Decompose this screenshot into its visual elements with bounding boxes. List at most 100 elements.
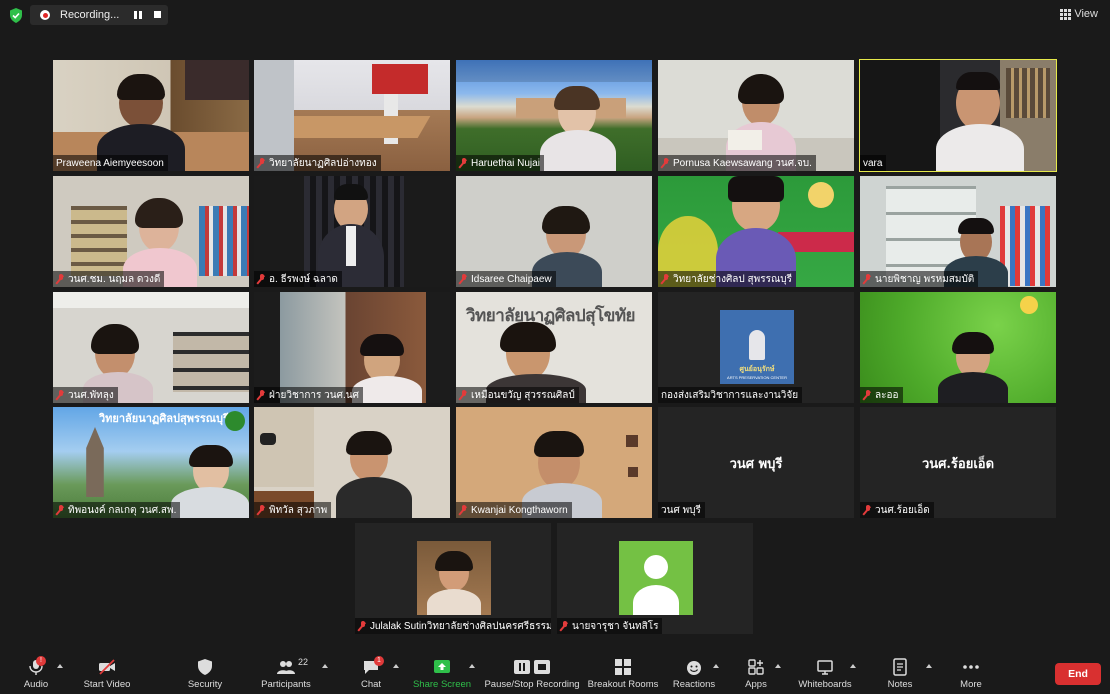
participant-name-tag: วิทยาลัยนาฏศิลปอ่างทอง <box>254 155 381 171</box>
mic-muted-icon <box>56 390 65 400</box>
participant-name-tag: นายพิชาญ พรหมสมบัติ <box>860 271 979 287</box>
participant-name-tag: ทิพอนงค์ กลเกตุ วนศ.สพ. <box>53 502 181 518</box>
video-tile[interactable]: วนศ.ชม. นฤมล ดวงดี <box>53 176 249 287</box>
video-tile[interactable]: Idsaree Chaipaew <box>456 176 652 287</box>
chat-label: Chat <box>360 679 382 690</box>
start-video-button[interactable]: Start Video <box>82 652 132 694</box>
video-tile[interactable]: Kwanjai Kongthaworn <box>456 407 652 518</box>
participant-name-tag: อ. ธีรพงษ์ ฉลาด <box>254 271 342 287</box>
pause-recording-icon[interactable] <box>134 11 142 19</box>
breakout-rooms-button[interactable]: Breakout Rooms <box>587 652 659 694</box>
mic-muted-icon <box>56 505 65 515</box>
pause-stop-recording-label: Pause/Stop Recording <box>484 679 580 690</box>
recording-dot-icon <box>40 10 50 20</box>
video-tile[interactable]: วิทยาลัยช่างศิลป สุพรรณบุรี <box>658 176 854 287</box>
notes-button[interactable]: Notes <box>884 652 916 694</box>
participant-name-tag: Pornusa Kaewsawang วนศ.จบ. <box>658 155 816 171</box>
participants-options-caret-icon[interactable] <box>322 664 328 668</box>
reactions-options-caret-icon[interactable] <box>713 664 719 668</box>
video-tile-camera-off[interactable]: วนศ.ร้อยเอ็ด วนศ.ร้อยเอ็ด <box>860 407 1056 518</box>
participant-name-tag: Haruethai Nujai <box>456 155 544 171</box>
share-options-caret-icon[interactable] <box>469 664 475 668</box>
pause-stop-recording-button[interactable]: Pause/Stop Recording <box>484 652 580 694</box>
video-tile[interactable]: Praweena Aiemyeesoon <box>53 60 249 171</box>
share-screen-label: Share Screen <box>412 679 472 690</box>
college-banner-text: วิทยาลัยนาฏศิลปสุพรรณบุรี <box>99 412 229 425</box>
mic-muted-icon <box>56 274 65 284</box>
video-tile-active-speaker[interactable]: vara <box>859 59 1057 172</box>
apps-button[interactable]: Apps <box>742 652 770 694</box>
audio-options-caret-icon[interactable] <box>57 664 63 668</box>
share-screen-icon <box>434 660 450 673</box>
avatar <box>417 541 491 615</box>
meeting-top-bar: Recording... View <box>0 0 1110 30</box>
recording-indicator: Recording... <box>30 5 168 25</box>
video-tile[interactable]: ศูนย์อนุรักษ์ ARTS PRESERVATION CENTER ก… <box>658 292 854 403</box>
mic-muted-icon <box>358 621 367 631</box>
video-tile[interactable]: ฝ่ายวิชาการ วนศ.นศ <box>254 292 450 403</box>
video-tile[interactable]: วิทยาลัยนาฏศิลปสุพรรณบุรี ทิพอนงค์ กลเกต… <box>53 407 249 518</box>
mic-muted-icon <box>459 390 468 400</box>
video-tile[interactable]: พิทวัล สุวภาพ <box>254 407 450 518</box>
pause-stop-recording-icon <box>514 660 550 674</box>
video-tile-camera-off[interactable]: Julalak Sutinวิทยาลัยช่างศิลปนครศรีธรรมร… <box>355 523 551 634</box>
notes-label: Notes <box>887 679 913 690</box>
more-dots-icon <box>963 665 979 669</box>
participant-name-tag: วนศ.พัทลุง <box>53 387 118 403</box>
participant-name-tag: vara <box>860 155 887 171</box>
apps-label: Apps <box>745 679 767 690</box>
notes-icon <box>893 658 907 676</box>
video-tile[interactable]: วนศ.พัทลุง <box>53 292 249 403</box>
participant-name-tag: กองส่งเสริมวิชาการและงานวิจัย <box>658 387 803 403</box>
video-tile-camera-off[interactable]: นายจารุชา จันทสิโร <box>557 523 753 634</box>
chat-options-caret-icon[interactable] <box>393 664 399 668</box>
view-button[interactable]: View <box>1060 8 1098 20</box>
whiteboards-button[interactable]: Whiteboards <box>796 652 854 694</box>
mic-muted-icon <box>661 158 670 168</box>
video-tile[interactable]: วิทยาลัยนาฏศิลปสุโขทัย เหมือนขวัญ สุวรรณ… <box>456 292 652 403</box>
college-banner-text: วิทยาลัยนาฏศิลปสุโขทัย <box>466 306 636 326</box>
whiteboards-options-caret-icon[interactable] <box>850 664 856 668</box>
recording-label: Recording... <box>60 9 120 21</box>
audio-label: Audio <box>23 679 49 690</box>
breakout-rooms-label: Breakout Rooms <box>587 679 659 690</box>
security-button[interactable]: Security <box>186 652 224 694</box>
participant-name-tag: วิทยาลัยช่างศิลป สุพรรณบุรี <box>658 271 796 287</box>
reactions-label: Reactions <box>672 679 716 690</box>
video-tile[interactable]: วิทยาลัยนาฏศิลปอ่างทอง <box>254 60 450 171</box>
participant-name-tag: วนศ.ชม. นฤมล ดวงดี <box>53 271 165 287</box>
video-tile[interactable]: Haruethai Nujai <box>456 60 652 171</box>
video-tile[interactable]: Pornusa Kaewsawang วนศ.จบ. <box>658 60 854 171</box>
mic-muted-icon <box>257 274 266 284</box>
video-tile[interactable]: นายพิชาญ พรหมสมบัติ <box>860 176 1056 287</box>
more-button[interactable]: More <box>956 652 986 694</box>
share-screen-button[interactable]: Share Screen <box>412 652 472 694</box>
participant-name-tag: วนศ พบุรี <box>658 502 705 518</box>
participant-name-tag: Idsaree Chaipaew <box>456 271 556 287</box>
security-shield-icon <box>198 659 212 675</box>
meeting-toolbar: Audio ! Start Video Security Participant… <box>0 652 1110 694</box>
reactions-button[interactable]: Reactions <box>672 652 716 694</box>
participant-name-tag: พิทวัล สุวภาพ <box>254 502 332 518</box>
more-label: More <box>960 679 982 690</box>
stop-recording-icon[interactable] <box>154 11 161 18</box>
security-shield-icon[interactable] <box>9 8 23 23</box>
poster-title: ศูนย์อนุรักษ์ <box>739 366 775 373</box>
apps-options-caret-icon[interactable] <box>775 664 781 668</box>
mic-muted-icon <box>863 274 872 284</box>
default-avatar-icon <box>619 541 693 615</box>
video-tile-camera-off[interactable]: วนศ พบุรี วนศ พบุรี <box>658 407 854 518</box>
video-tile[interactable]: อ. ธีรพงษ์ ฉลาด <box>254 176 450 287</box>
participant-display-name: วนศ.ร้อยเอ็ด <box>921 457 995 472</box>
participant-name-tag: Praweena Aiemyeesoon <box>53 155 168 171</box>
mic-muted-icon <box>459 505 468 515</box>
mic-muted-icon <box>257 158 266 168</box>
end-meeting-button[interactable]: End <box>1055 663 1101 685</box>
video-tile[interactable]: ละออ <box>860 292 1056 403</box>
mic-muted-icon <box>459 274 468 284</box>
start-video-label: Start Video <box>83 679 131 690</box>
participant-name-tag: วนศ.ร้อยเอ็ด <box>860 502 934 518</box>
notes-options-caret-icon[interactable] <box>926 664 932 668</box>
participants-label: Participants <box>261 679 311 690</box>
participants-icon <box>277 661 295 674</box>
